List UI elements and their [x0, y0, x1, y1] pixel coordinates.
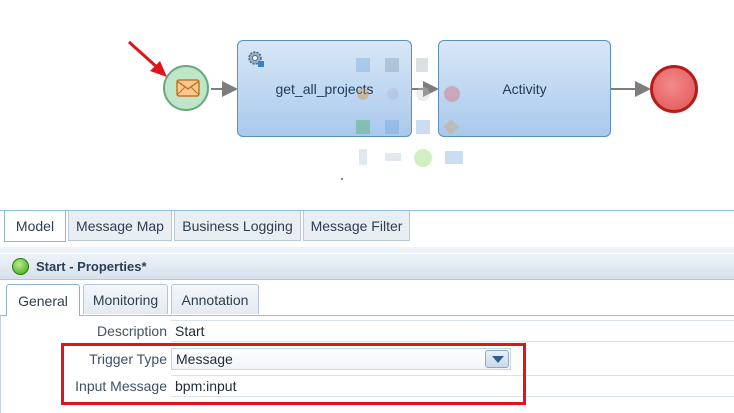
properties-header: Start - Properties*: [0, 254, 734, 280]
properties-title: Start - Properties*: [36, 259, 147, 274]
tab-business-logging-label: Business Logging: [182, 217, 293, 234]
tab-model-label: Model: [15, 218, 55, 234]
tab-message-map-label: Message Map: [76, 217, 164, 234]
palette-timer-icon: [416, 87, 430, 101]
tab-annotation[interactable]: Annotation: [171, 284, 259, 314]
palette-subprocess-icon: [385, 120, 399, 134]
description-label: Description: [96, 323, 167, 339]
palette-event-icon: [357, 88, 369, 100]
palette-start-icon: [414, 149, 432, 167]
service-gear-icon: [248, 51, 264, 67]
palette-add-icon: [356, 120, 370, 134]
envelope-icon: [176, 79, 200, 97]
start-event-icon: [12, 258, 29, 275]
palette-task-icon: [356, 58, 370, 72]
palette-end-icon: [444, 86, 460, 102]
editor-tabs: Model Message Map Business Logging Messa…: [0, 210, 734, 243]
tab-general[interactable]: General: [6, 284, 80, 316]
description-field[interactable]: Start: [171, 320, 734, 342]
palette-datastore-icon: [359, 149, 367, 165]
tab-annotation-label: Annotation: [181, 291, 249, 308]
palette-annotation-icon: [445, 151, 463, 164]
tab-business-logging[interactable]: Business Logging: [174, 211, 301, 241]
tab-general-label: General: [18, 292, 68, 309]
context-palette[interactable]: [353, 56, 465, 171]
panel-splitter[interactable]: [0, 247, 734, 253]
tab-message-map[interactable]: Message Map: [68, 211, 172, 241]
tab-message-filter[interactable]: Message Filter: [303, 211, 410, 241]
palette-intermediate-icon: [387, 88, 399, 100]
properties-tabs: General Monitoring Annotation: [0, 282, 734, 316]
canvas-dot: [341, 178, 343, 180]
tab-monitoring-label: Monitoring: [92, 291, 159, 308]
tab-model[interactable]: Model: [4, 211, 66, 242]
red-highlight-box: [61, 343, 526, 405]
palette-check-icon: [416, 120, 430, 134]
end-event[interactable]: [650, 65, 698, 113]
red-pointer-arrow: [127, 40, 167, 77]
description-row: Description Start: [1, 320, 734, 342]
palette-doc-icon: [416, 58, 428, 72]
palette-lane-icon: [385, 153, 401, 161]
palette-gateway-icon: [443, 119, 459, 135]
tab-monitoring[interactable]: Monitoring: [83, 284, 168, 314]
process-canvas[interactable]: get_all_projects Activity: [0, 0, 734, 208]
task2-label: Activity: [502, 80, 547, 97]
palette-list-icon: [385, 58, 399, 72]
tab-message-filter-label: Message Filter: [310, 217, 403, 234]
